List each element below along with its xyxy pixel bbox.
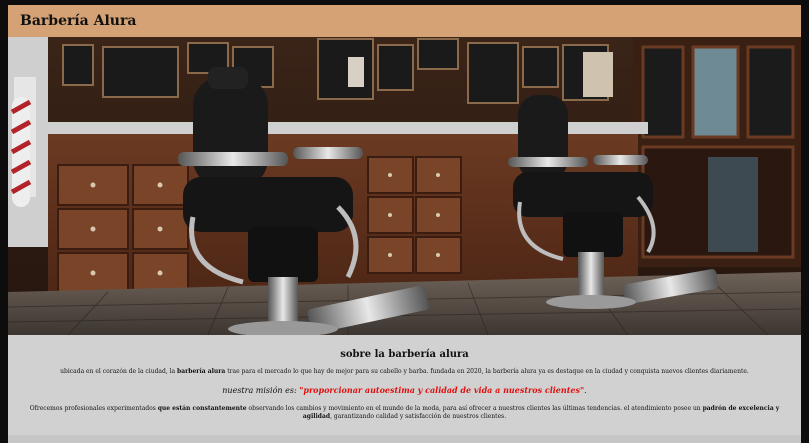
barbershop-banner-image — [8, 37, 801, 335]
mission-statement: nuestra misión es: "proporcionar autoest… — [8, 385, 801, 395]
about-paragraph: ubicada en el corazón de la ciudad, la b… — [8, 368, 801, 376]
about-p1-highlight: barbería alura — [177, 368, 226, 375]
about-section: sobre la barbería alura ubicada en el co… — [8, 335, 801, 421]
services-text-e: , garantizando calidad y satisfacción de… — [330, 413, 507, 420]
footer-strip — [8, 435, 801, 443]
site-title: Barbería Alura — [20, 13, 137, 29]
mission-end: . — [584, 386, 587, 395]
services-highlight-1: que están constantemente — [157, 405, 247, 412]
services-text-c: observando los cambios y movimiento en e… — [246, 405, 703, 412]
page-frame: Barbería Alura sobre la barbería alura u… — [8, 5, 801, 443]
about-p1-text-a: ubicada en el corazón de la ciudad, la — [60, 368, 178, 375]
services-text-a: Ofrecemos profesionales experimentados — [29, 405, 158, 412]
mission-label: nuestra misión es: — [222, 386, 300, 395]
site-header: Barbería Alura — [8, 5, 801, 37]
about-p1-text-c: trae para el mercado lo que hay de mejor… — [225, 368, 749, 375]
services-paragraph: Ofrecemos profesionales experimentados q… — [8, 405, 801, 421]
about-title: sobre la barbería alura — [340, 349, 469, 360]
mission-quote: "proporcionar autoestima y calidad de vi… — [299, 385, 585, 395]
